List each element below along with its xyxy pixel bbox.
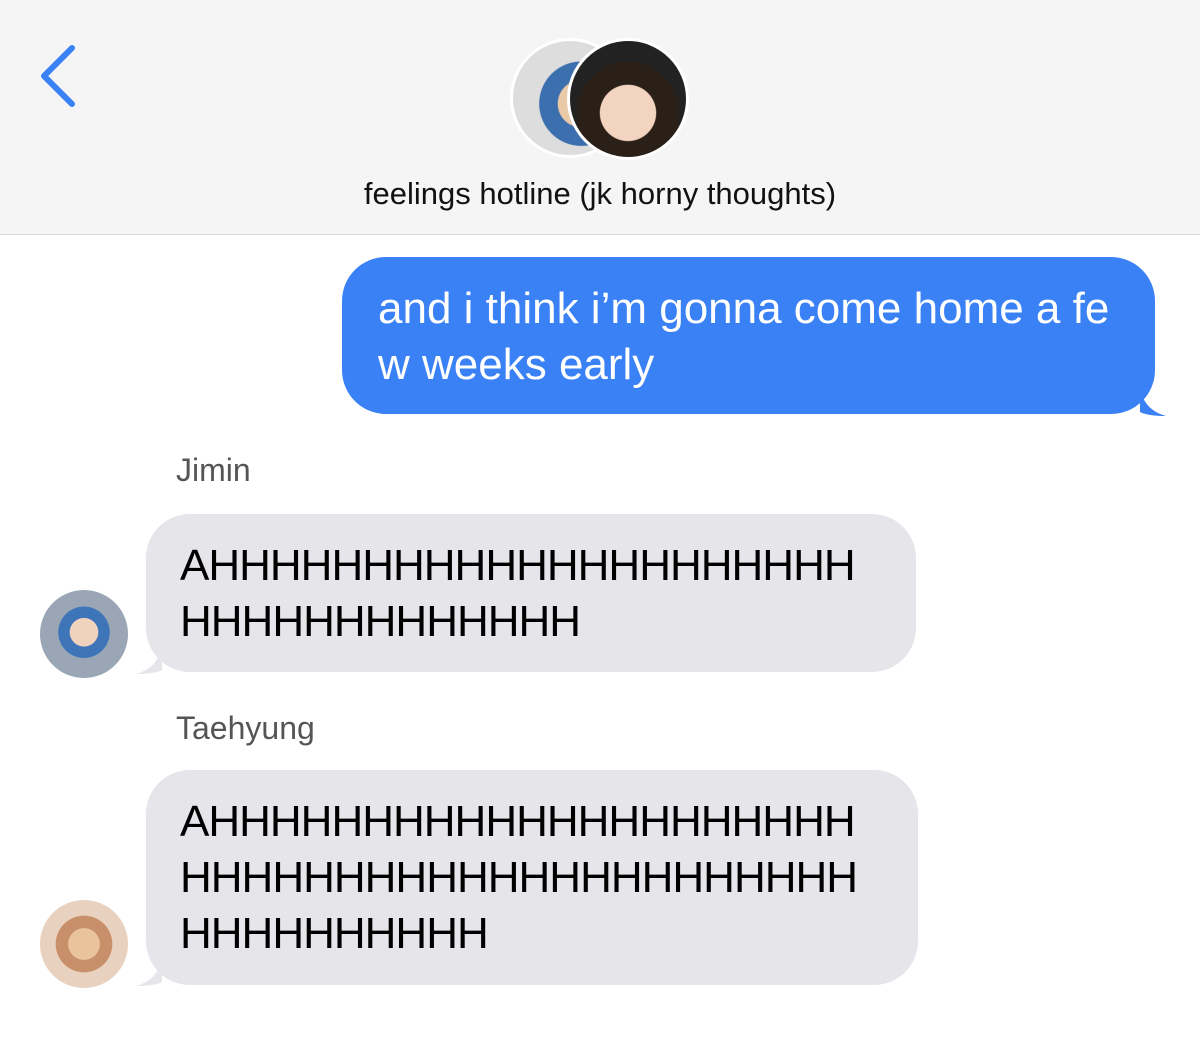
chevron-left-icon[interactable] xyxy=(38,44,78,108)
bubble-tail xyxy=(136,958,162,986)
sender-name: Taehyung xyxy=(176,710,315,746)
sender-name: Jimin xyxy=(176,452,251,488)
jimin-avatar[interactable] xyxy=(40,590,128,678)
bubble-tail xyxy=(1140,388,1166,416)
group-avatar-front[interactable] xyxy=(567,38,689,160)
conversation-header: feelings hotline (jk horny thoughts) xyxy=(0,0,1200,235)
outgoing-message: and i think i’m gonna come home a few we… xyxy=(342,257,1155,414)
conversation-title[interactable]: feelings hotline (jk horny thoughts) xyxy=(0,176,1200,212)
incoming-message: AHHHHHHHHHHHHHHHHHHHHHHHHHHHHHHHHHH xyxy=(146,514,916,672)
taehyung-avatar[interactable] xyxy=(40,900,128,988)
bubble-tail xyxy=(136,646,162,674)
incoming-message: AHHHHHHHHHHHHHHHHHHHHHHHHHHHHHHHHHHHHHHH… xyxy=(146,770,918,985)
